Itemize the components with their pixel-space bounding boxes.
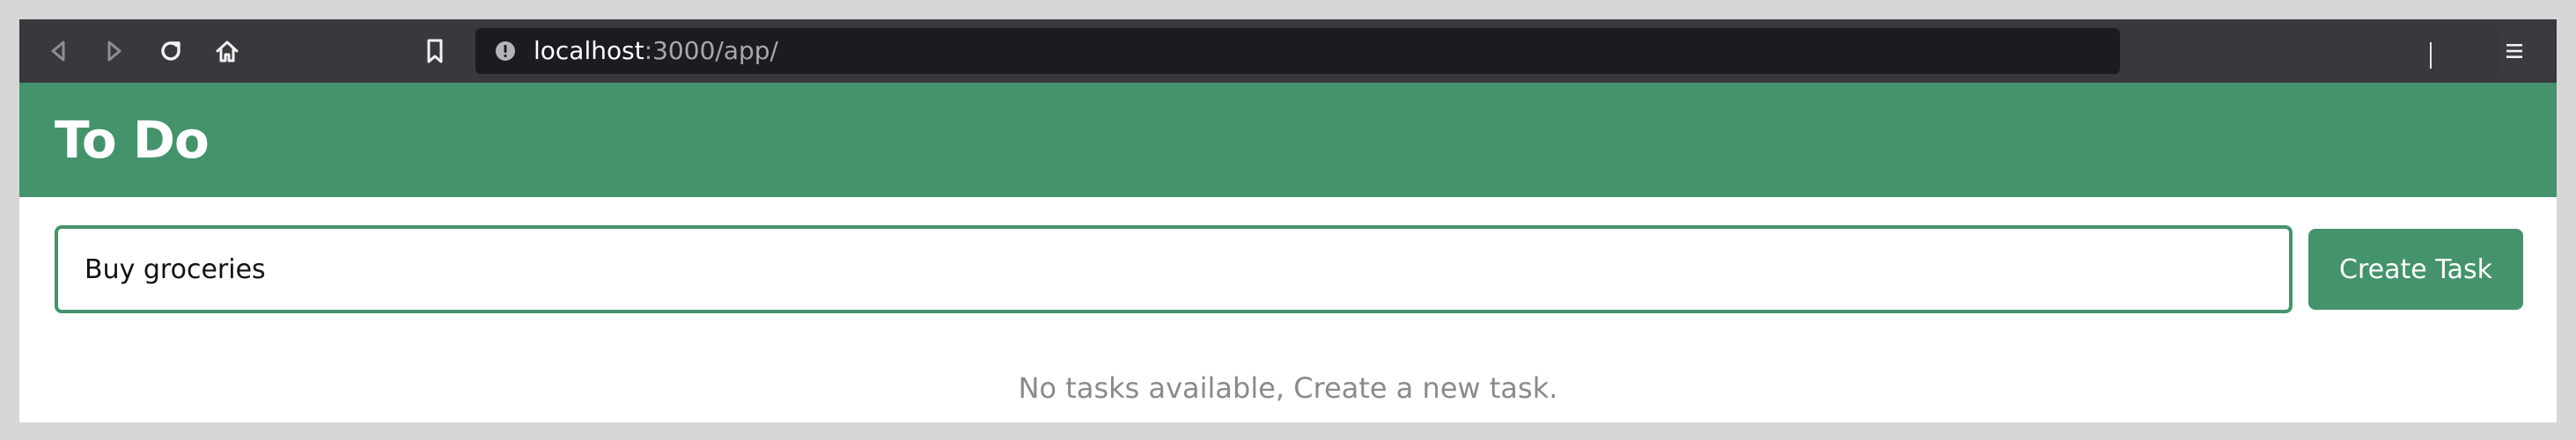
info-icon[interactable] — [495, 40, 516, 62]
app-title: To Do — [55, 110, 210, 170]
bookmark-icon — [427, 39, 443, 63]
url-path: :3000/app/ — [644, 36, 778, 65]
home-button[interactable] — [208, 32, 247, 70]
address-bar-divider — [2430, 42, 2432, 69]
reload-button[interactable] — [151, 32, 190, 70]
forward-arrow-icon — [107, 40, 121, 62]
empty-task-message: No tasks available, Create a new task. — [1018, 371, 1558, 405]
forward-button[interactable] — [95, 32, 134, 70]
reload-icon — [161, 41, 180, 61]
home-icon — [216, 40, 239, 62]
menu-button[interactable] — [2495, 32, 2534, 70]
url-host: localhost — [534, 36, 644, 65]
create-task-button[interactable]: Create Task — [2308, 229, 2523, 310]
address-bar[interactable]: localhost:3000/app/ — [475, 28, 2555, 74]
back-button[interactable] — [39, 32, 77, 70]
hamburger-menu-icon — [2506, 44, 2522, 58]
url-text[interactable]: localhost:3000/app/ — [534, 28, 778, 74]
back-arrow-icon — [51, 40, 65, 62]
browser-toolbar: localhost:3000/app/ — [19, 19, 2557, 83]
browser-window: localhost:3000/app/ To Do Create Task No… — [19, 19, 2557, 422]
task-input[interactable] — [55, 225, 2293, 313]
bookmark-button[interactable] — [416, 32, 454, 70]
app-header: To Do — [19, 83, 2557, 197]
